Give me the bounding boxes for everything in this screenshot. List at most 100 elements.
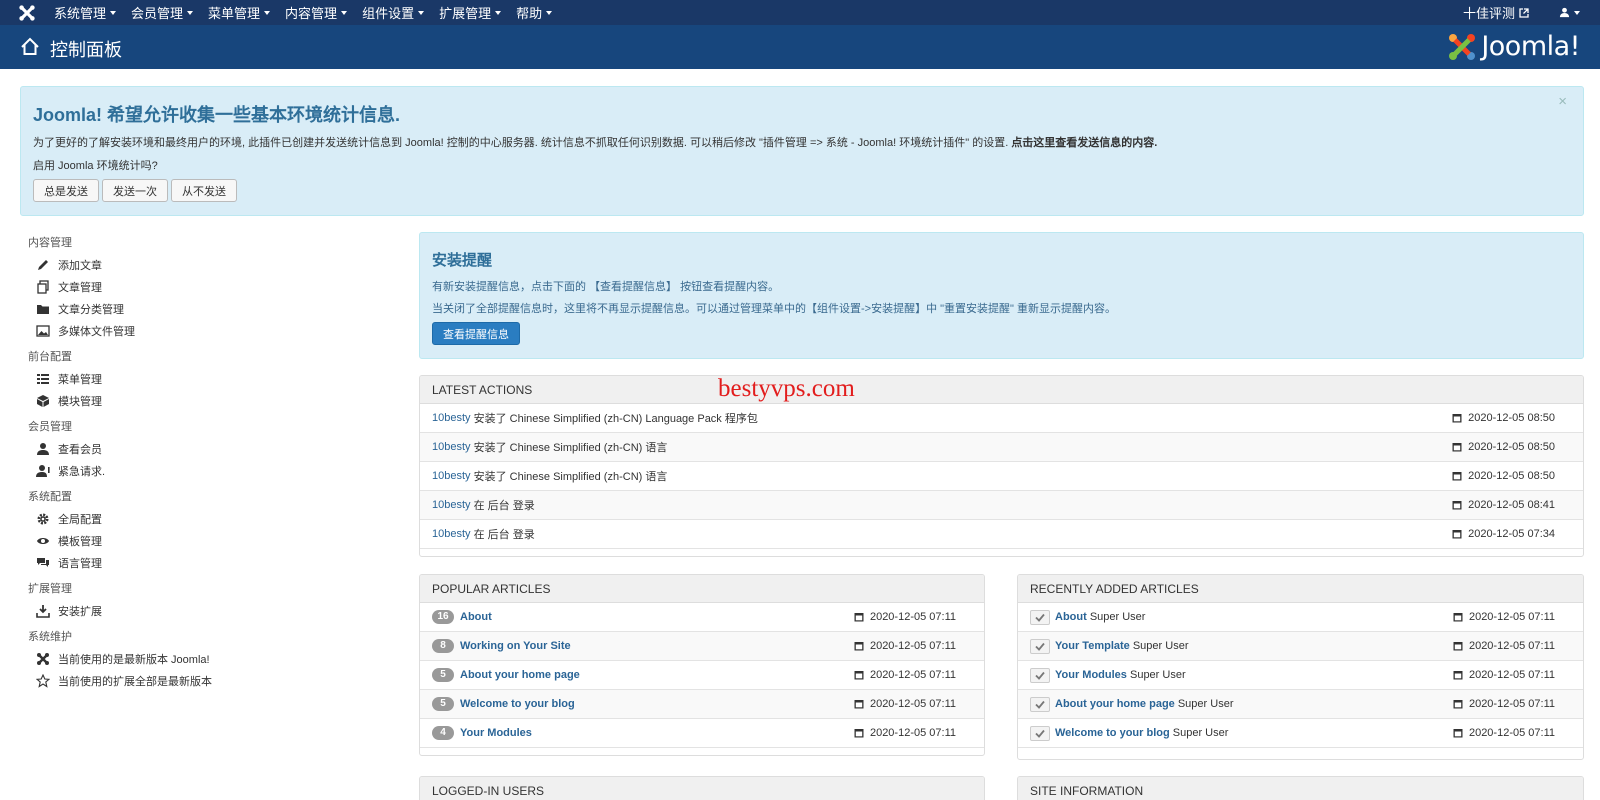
sidebar-section-title: 前台配置	[28, 351, 72, 363]
view-messages-button[interactable]: 查看提醒信息	[432, 322, 520, 345]
action-text: 在 后台 登录	[473, 500, 535, 512]
article-link[interactable]: Your Modules	[460, 727, 532, 739]
sidebar-item-templates[interactable]: 模板管理	[28, 530, 388, 552]
sidebar-item-global-config[interactable]: 全局配置	[28, 508, 388, 530]
sidebar-item-extensions-version[interactable]: 当前使用的扩展全部是最新版本	[28, 670, 388, 692]
article-author: Super User	[1129, 669, 1186, 681]
module-title: LATEST ACTIONS	[420, 376, 1583, 404]
install-alert-line-2: 当关闭了全部提醒信息时，这里将不再显示提醒信息。可以通过管理菜单中的【组件设置-…	[432, 303, 1117, 315]
published-check-icon[interactable]	[1030, 609, 1050, 625]
sidebar-item-joomla-version[interactable]: 当前使用的是最新版本 Joomla!	[28, 648, 388, 670]
action-text: 安装了 Chinese Simplified (zh-CN) Language …	[473, 413, 758, 425]
sidebar-item-add-article[interactable]: 添加文章	[28, 254, 388, 276]
menu-label: 帮助	[516, 6, 543, 21]
menu-users[interactable]: 会员管理	[131, 0, 208, 25]
row-date: 2020-12-05 07:11	[1453, 727, 1555, 739]
home-icon	[21, 37, 39, 55]
stats-alert-text: 为了更好的了解安装环境和最终用户的环境, 此插件已创建并发送统计信息到 Joom…	[33, 134, 1157, 150]
close-icon[interactable]: ×	[1558, 93, 1567, 110]
sidebar-item-articles[interactable]: 文章管理	[28, 276, 388, 298]
sidebar-item-label: 菜单管理	[58, 374, 102, 386]
row-date: 2020-12-05 08:50	[1452, 441, 1555, 453]
sidebar-item-modules[interactable]: 模块管理	[28, 390, 388, 412]
article-link[interactable]: Working on Your Site	[460, 640, 571, 652]
sidebar-item-users[interactable]: 查看会员	[28, 438, 388, 460]
row-date: 2020-12-05 07:11	[854, 669, 956, 681]
top-menu: 系统管理 会员管理 菜单管理 内容管理 组件设置 扩展管理 帮助	[54, 0, 567, 25]
published-check-icon[interactable]	[1030, 667, 1050, 683]
row-date: 2020-12-05 07:11	[854, 640, 956, 652]
article-link[interactable]: Welcome to your blog	[1055, 727, 1170, 739]
table-row: 10besty 安装了 Chinese Simplified (zh-CN) 语…	[420, 462, 1583, 491]
article-link[interactable]: About	[460, 611, 492, 623]
article-link[interactable]: About your home page	[460, 669, 580, 681]
popular-articles-list: 16 About 2020-12-05 07:11 8 Working on Y…	[420, 603, 984, 748]
menu-components[interactable]: 组件设置	[362, 0, 439, 25]
site-link[interactable]: 十佳评测	[1463, 3, 1529, 22]
caret-down-icon	[187, 10, 194, 15]
hits-badge: 8	[432, 639, 454, 653]
caret-down-icon	[341, 10, 348, 15]
sidebar-item-label: 当前使用的扩展全部是最新版本	[58, 676, 212, 688]
eye-icon	[37, 538, 49, 544]
brand-wordmark: Joomla!	[1481, 31, 1580, 62]
table-row: 8 Working on Your Site 2020-12-05 07:11	[420, 632, 984, 661]
calendar-icon	[1452, 501, 1462, 510]
date-text: 2020-12-05 08:50	[1468, 412, 1555, 424]
sidebar-item-label: 文章管理	[58, 282, 102, 294]
caret-down-icon	[418, 10, 425, 15]
menu-system[interactable]: 系统管理	[54, 0, 131, 25]
menu-content[interactable]: 内容管理	[285, 0, 362, 25]
menu-help[interactable]: 帮助	[516, 0, 567, 25]
table-row: 5 Welcome to your blog 2020-12-05 07:11	[420, 690, 984, 719]
list-icon	[37, 374, 49, 384]
article-link[interactable]: About your home page	[1055, 698, 1175, 710]
sidebar-item-install-extension[interactable]: 安装扩展	[28, 600, 388, 622]
watermark-text: bestyvps.com	[718, 375, 855, 402]
user-link[interactable]: 10besty	[432, 441, 471, 453]
joomla-brand-logo-icon	[1449, 33, 1476, 60]
sidebar-item-menus[interactable]: 菜单管理	[28, 368, 388, 390]
row-date: 2020-12-05 07:11	[854, 611, 956, 623]
sidebar-item-media[interactable]: 多媒体文件管理	[28, 320, 388, 342]
article-link[interactable]: Your Template	[1055, 640, 1130, 652]
page-title: 控制面板	[50, 40, 122, 60]
date-text: 2020-12-05 07:11	[869, 727, 956, 739]
user-menu[interactable]	[1559, 7, 1580, 18]
hits-badge: 5	[432, 668, 454, 682]
calendar-icon	[854, 671, 864, 680]
article-link[interactable]: About	[1055, 611, 1087, 623]
send-once-button[interactable]: 发送一次	[102, 179, 168, 202]
user-link[interactable]: 10besty	[432, 528, 471, 540]
sidebar-item-languages[interactable]: 语言管理	[28, 552, 388, 574]
row-date: 2020-12-05 07:11	[1453, 698, 1555, 710]
date-text: 2020-12-05 07:11	[1468, 698, 1555, 710]
article-link[interactable]: Welcome to your blog	[460, 698, 575, 710]
sidebar-item-urgent-requests[interactable]: 紧急请求.	[28, 460, 388, 482]
top-right-links: 十佳评测	[1463, 0, 1580, 25]
menu-extensions[interactable]: 扩展管理	[439, 0, 516, 25]
date-text: 2020-12-05 07:11	[1468, 611, 1555, 623]
menu-menus[interactable]: 菜单管理	[208, 0, 285, 25]
calendar-icon	[1453, 613, 1463, 622]
site-link-label: 十佳评测	[1462, 6, 1515, 21]
user-link[interactable]: 10besty	[432, 470, 471, 482]
user-link[interactable]: 10besty	[432, 412, 471, 424]
published-check-icon[interactable]	[1030, 638, 1050, 654]
module-title: LOGGED-IN USERS	[420, 777, 984, 800]
never-send-button[interactable]: 从不发送	[171, 179, 237, 202]
menu-label: 组件设置	[362, 6, 415, 21]
joomla-logo-icon[interactable]	[18, 4, 36, 22]
table-row: 10besty 在 后台 登录 2020-12-05 07:34	[420, 520, 1583, 549]
user-link[interactable]: 10besty	[432, 499, 471, 511]
latest-actions-list: 10besty 安装了 Chinese Simplified (zh-CN) L…	[420, 404, 1583, 549]
sidebar-item-label: 模板管理	[58, 536, 102, 548]
recent-articles-list: About Super User 2020-12-05 07:11 Your T…	[1018, 603, 1583, 748]
stats-details-link[interactable]: 点击这里查看发送信息的内容.	[1011, 137, 1157, 149]
published-check-icon[interactable]	[1030, 696, 1050, 712]
published-check-icon[interactable]	[1030, 725, 1050, 741]
article-link[interactable]: Your Modules	[1055, 669, 1127, 681]
always-send-button[interactable]: 总是发送	[33, 179, 99, 202]
date-text: 2020-12-05 07:11	[869, 611, 956, 623]
sidebar-item-categories[interactable]: 文章分类管理	[28, 298, 388, 320]
